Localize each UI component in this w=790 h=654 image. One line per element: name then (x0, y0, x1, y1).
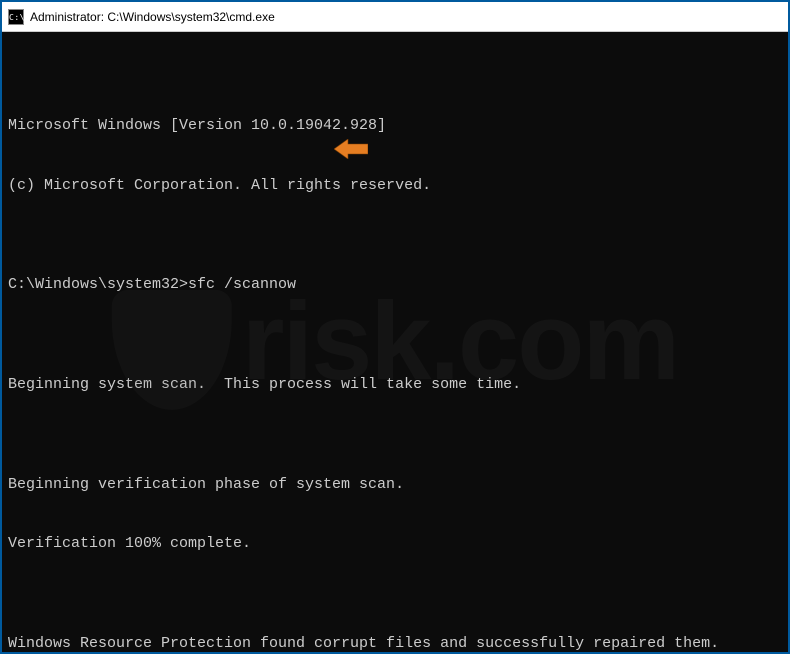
console-line: Beginning system scan. This process will… (8, 375, 782, 395)
console-line: C:\Windows\system32>sfc /scannow (8, 275, 782, 295)
console-line: Windows Resource Protection found corrup… (8, 634, 782, 652)
console-line: Beginning verification phase of system s… (8, 475, 782, 495)
console-line: (c) Microsoft Corporation. All rights re… (8, 176, 782, 196)
arrow-left-icon (334, 139, 368, 159)
console-area[interactable]: risk.com Microsoft Windows [Version 10.0… (2, 32, 788, 652)
titlebar[interactable]: C:\. Administrator: C:\Windows\system32\… (2, 2, 788, 32)
typed-command: sfc /scannow (188, 276, 296, 293)
console-line: Microsoft Windows [Version 10.0.19042.92… (8, 116, 782, 136)
console-line: Verification 100% complete. (8, 534, 782, 554)
prompt: C:\Windows\system32> (8, 276, 188, 293)
cmd-window: C:\. Administrator: C:\Windows\system32\… (0, 0, 790, 654)
cmd-icon: C:\. (8, 9, 24, 25)
window-title: Administrator: C:\Windows\system32\cmd.e… (30, 10, 784, 24)
